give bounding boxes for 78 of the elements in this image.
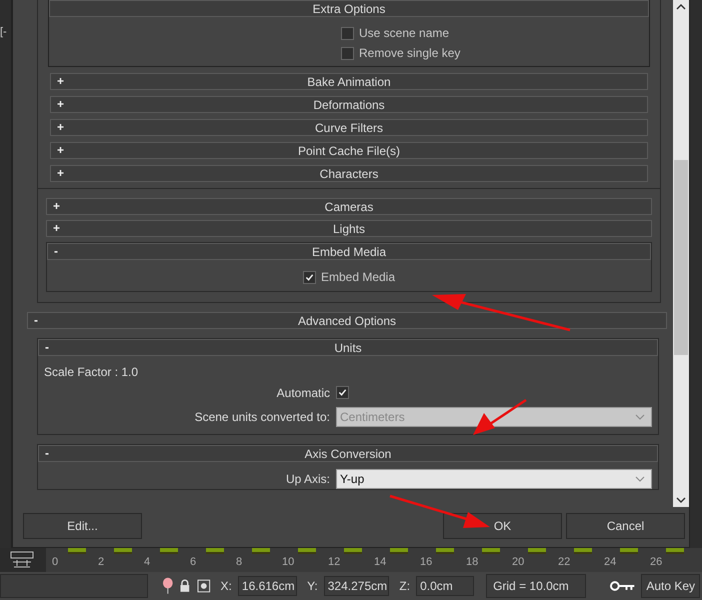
key-marker	[298, 548, 316, 554]
coordinate-label: Z:	[399, 579, 410, 593]
dropdown-field[interactable]: Y-up	[336, 469, 652, 489]
key-marker	[160, 548, 178, 554]
checkbox[interactable]	[336, 386, 349, 399]
scroll-down-icon[interactable]	[676, 497, 686, 503]
rollout-header[interactable]: - Embed Media	[47, 243, 651, 260]
scale-factor-text: Scale Factor : 1.0	[43, 364, 140, 379]
key-marker	[252, 548, 270, 554]
rollout-header[interactable]: + Point Cache File(s)	[50, 142, 648, 159]
rollout-header[interactable]: - Units	[38, 339, 658, 356]
grid-size-text: Grid = 10.0cm	[486, 574, 586, 598]
rollout-header[interactable]: - Axis Conversion	[38, 445, 658, 462]
frame-number: 12	[328, 556, 342, 568]
key-marker	[528, 548, 546, 554]
frame-number: 26	[650, 556, 664, 568]
key-marker	[620, 548, 638, 554]
frame-number: 18	[466, 556, 480, 568]
coordinate-field[interactable]: 324.275cm	[324, 576, 390, 596]
key-marker	[436, 548, 454, 554]
key-marker	[574, 548, 592, 554]
rollout-header[interactable]: + Curve Filters	[50, 119, 648, 136]
annotation-arrow	[473, 398, 527, 435]
viewport-label[interactable]: [-	[0, 26, 7, 38]
dialog-button[interactable]: OK	[443, 513, 562, 539]
frame-number: 14	[374, 556, 388, 568]
target-icon[interactable]	[196, 579, 211, 593]
frame-number: 8	[236, 556, 244, 568]
scrollbar-thumb[interactable]	[674, 160, 688, 355]
chevron-down-icon	[635, 476, 645, 482]
up-axis-label: Up Axis:	[284, 472, 331, 486]
pin-icon[interactable]	[162, 577, 174, 595]
scrollbar[interactable]	[673, 0, 689, 507]
key-marker	[206, 548, 224, 554]
checkbox[interactable]	[341, 46, 354, 60]
checkbox-label: Use scene name	[359, 26, 450, 40]
checkbox[interactable]	[302, 270, 316, 284]
coordinate-field[interactable]: 0.0cm	[416, 576, 474, 596]
frame-number: 16	[420, 556, 434, 568]
frame-number: 4	[144, 556, 152, 568]
scroll-up-icon[interactable]	[676, 4, 686, 10]
key-marker	[68, 548, 86, 554]
frame-number: 2	[98, 556, 106, 568]
coordinate-field[interactable]: 16.616cm	[238, 576, 298, 596]
auto-key-button[interactable]: Auto Key	[641, 574, 700, 598]
rollout-header[interactable]: - Advanced Options	[27, 312, 667, 329]
key-marker	[390, 548, 408, 554]
rollout-header[interactable]: + Deformations	[50, 96, 648, 113]
frame-number: 0	[52, 556, 60, 568]
rollout-header[interactable]: + Bake Animation	[50, 73, 648, 90]
frame-number: 6	[190, 556, 198, 568]
prompt-field[interactable]	[0, 574, 148, 598]
checkbox-label: Remove single key	[359, 46, 460, 60]
scene-units-label: Scene units converted to:	[194, 410, 331, 424]
key-marker	[114, 548, 132, 554]
automatic-label: Automatic	[276, 386, 331, 400]
lock-icon[interactable]	[179, 579, 191, 593]
dialog-button[interactable]: Cancel	[566, 513, 685, 539]
frame-number: 10	[282, 556, 296, 568]
key-marker	[666, 548, 684, 554]
checkbox[interactable]	[341, 26, 354, 40]
rollout-header[interactable]: + Cameras	[46, 198, 652, 215]
timeline-settings-icon[interactable]	[10, 551, 34, 569]
rollout-header[interactable]: + Characters	[50, 165, 648, 182]
key-marker	[482, 548, 500, 554]
rollout-header[interactable]: + Lights	[46, 220, 652, 237]
frame-number: 20	[512, 556, 526, 568]
coordinate-label: Y:	[307, 579, 318, 593]
checkbox-label: Embed Media	[320, 270, 396, 284]
chevron-down-icon	[635, 414, 645, 420]
key-icon[interactable]	[610, 580, 636, 592]
rollout-header[interactable]: Extra Options	[49, 0, 649, 17]
frame-number: 22	[558, 556, 572, 568]
dialog-button[interactable]: Edit...	[23, 513, 142, 539]
frame-number: 24	[604, 556, 618, 568]
coordinate-label: X:	[220, 579, 232, 593]
timeline-track[interactable]: 0 2 4 6 8 10 12 14 16 18 20 22 24 26	[46, 548, 702, 572]
key-marker	[344, 548, 362, 554]
